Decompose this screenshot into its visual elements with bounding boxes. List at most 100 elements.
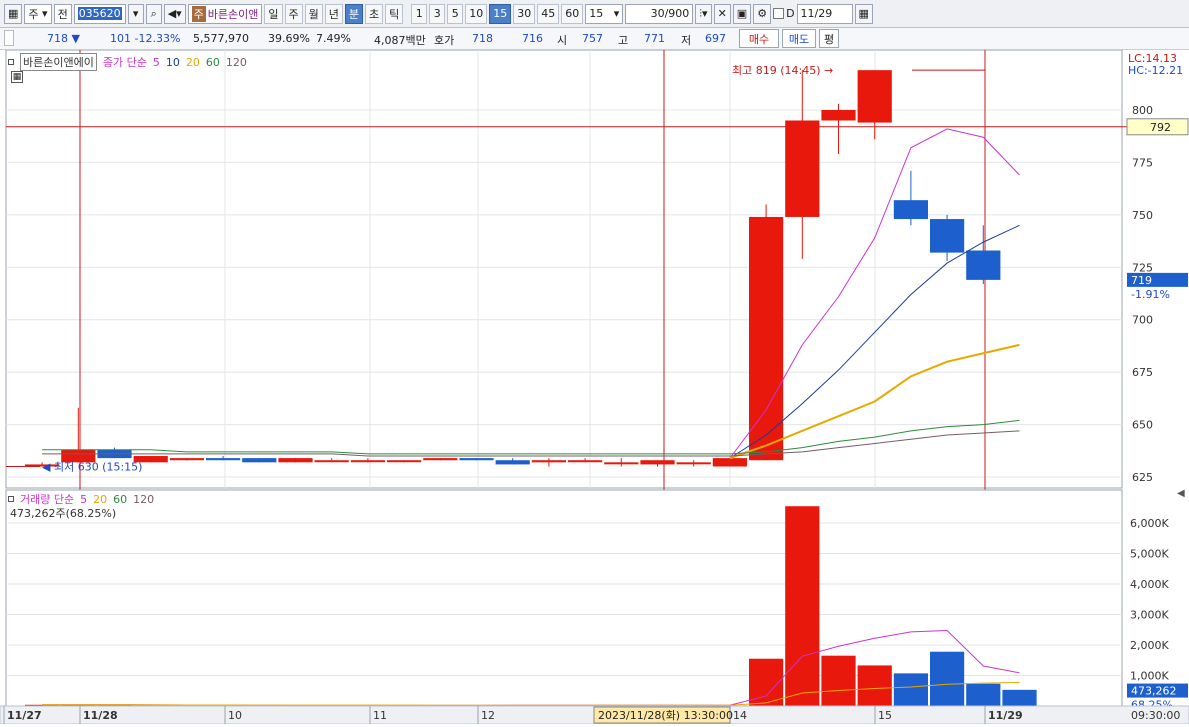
- volume-summary: 473,262주(68.25%): [10, 507, 117, 520]
- market-value: 주: [28, 7, 39, 21]
- chart-layout-icon[interactable]: ▦: [4, 3, 23, 24]
- volume-bar: [1002, 689, 1037, 706]
- d-checkbox[interactable]: [773, 8, 785, 19]
- x-axis-right-label: 09:30:00: [1131, 709, 1180, 722]
- ma10-label: 10: [165, 55, 180, 69]
- candle-body: [676, 462, 711, 465]
- volume-current-label: 473,262: [1131, 685, 1177, 698]
- volume-bar: [966, 683, 1001, 706]
- candle-body: [712, 458, 747, 467]
- ma60-label: 60: [205, 55, 220, 69]
- low-price: 697: [705, 32, 726, 45]
- ma5-label: 5: [152, 55, 160, 69]
- candle-body: [930, 219, 965, 253]
- panel-scroll-icon: ◀: [1177, 488, 1185, 499]
- x-axis-label: 11: [373, 709, 387, 722]
- high-price: 771: [644, 32, 665, 45]
- period-year[interactable]: 년: [324, 3, 343, 24]
- x-axis-label: 11/27: [7, 709, 42, 722]
- vol-ma120-label: 120: [133, 492, 155, 506]
- candle-type-icon[interactable]: ⫶▾: [695, 3, 712, 24]
- stock-code-input[interactable]: 035620: [73, 3, 126, 24]
- vol-ma5-label: 5: [80, 492, 88, 506]
- minute-30[interactable]: 30: [513, 3, 536, 24]
- minute-45[interactable]: 45: [537, 3, 560, 24]
- save-icon[interactable]: ▣: [732, 3, 752, 24]
- minute-3[interactable]: 3: [429, 3, 446, 24]
- period-tick[interactable]: 틱: [385, 3, 404, 24]
- ask-price: 718: [472, 32, 493, 45]
- minute-1[interactable]: 1: [411, 3, 428, 24]
- low-label: 저: [681, 34, 692, 47]
- table-toggle-icon[interactable]: ▦: [11, 71, 23, 83]
- stock-label[interactable]: 바른손이앤에이: [20, 53, 97, 71]
- volume-bar: [857, 665, 892, 706]
- count-value: 30: [650, 7, 665, 20]
- ma-label[interactable]: 종가 단순: [103, 54, 147, 70]
- volume-panel: 6,000K 5,000K 4,000K 3,000K 2,000K 1,000K 473,…: [5, 488, 1188, 712]
- legend-collapse-icon[interactable]: [8, 59, 14, 65]
- x-axis-label: 14: [733, 709, 747, 722]
- minute-10[interactable]: 10: [465, 3, 488, 24]
- date-input[interactable]: 11/29: [796, 3, 853, 24]
- candle-body: [857, 70, 892, 123]
- period-week[interactable]: 주: [284, 3, 303, 24]
- candle-body: [604, 462, 639, 465]
- volume-tick-label: 4,000K: [1130, 578, 1169, 591]
- minute-15[interactable]: 15: [489, 3, 512, 24]
- candle-body: [350, 460, 385, 463]
- stock-code-value: 035620: [77, 7, 122, 20]
- calendar-icon[interactable]: ▦: [854, 3, 873, 24]
- ma20-label: 20: [185, 55, 200, 69]
- volume-bar: [930, 651, 965, 706]
- x-axis: 11/27 11/28 10 11 12 14 15 11/29 2023/11/28(화) 1…: [0, 705, 1189, 725]
- candle-body: [314, 460, 349, 463]
- crosshair-icon[interactable]: ✕: [713, 3, 731, 24]
- prev-button[interactable]: 전: [53, 3, 72, 24]
- crosshair-price-label: 792: [1150, 121, 1171, 134]
- period-minute[interactable]: 분: [344, 3, 364, 24]
- x-axis-label: 12: [481, 709, 495, 722]
- low-annotation: ◀ 최저 630 (15:15): [42, 461, 142, 474]
- candle-body: [278, 458, 313, 463]
- stock-type-badge: 주: [191, 5, 206, 22]
- x-axis-label: 11/29: [988, 709, 1023, 722]
- x-axis-label: 10: [228, 709, 242, 722]
- settings-gear-icon[interactable]: ⚙: [753, 3, 772, 24]
- period-second[interactable]: 초: [365, 3, 384, 24]
- crosshair-time-label: 2023/11/28(화) 13:30:00: [598, 709, 733, 722]
- trade-amount: 4,087백만: [374, 34, 426, 47]
- volume-value: 5,577,970: [193, 32, 249, 45]
- candle-body: [640, 460, 675, 465]
- high-label: 고: [618, 34, 629, 47]
- chart-area[interactable]: 800 775 750 725 700 675 650 625 최고 819 (14:45) →…: [0, 49, 1189, 725]
- speaker-icon[interactable]: ◀▾: [163, 3, 186, 24]
- candle-body: [893, 200, 928, 220]
- sell-button[interactable]: 매도: [782, 29, 816, 48]
- current-price-label: 719: [1131, 274, 1152, 287]
- period-month[interactable]: 월: [304, 3, 323, 24]
- candle-body: [206, 458, 241, 461]
- buy-button[interactable]: 매수: [739, 29, 779, 48]
- open-label: 시: [557, 34, 568, 47]
- code-dropdown-icon[interactable]: ▾: [127, 3, 144, 24]
- period-day[interactable]: 일: [264, 3, 283, 24]
- candle-body: [495, 460, 530, 465]
- search-icon[interactable]: ⌕: [145, 3, 162, 24]
- minute-60[interactable]: 60: [561, 3, 584, 24]
- stock-name-display[interactable]: 주 바른손이앤: [187, 3, 263, 24]
- market-select[interactable]: 주 ▾: [24, 3, 52, 24]
- volume-legend-collapse-icon[interactable]: [8, 496, 14, 502]
- price-tick-label: 675: [1132, 366, 1153, 379]
- price-tick-label: 775: [1132, 156, 1153, 169]
- minute-5[interactable]: 5: [447, 3, 464, 24]
- eval-button[interactable]: 평: [819, 29, 839, 48]
- minute-select[interactable]: 15 ▾: [585, 3, 624, 24]
- quote-info-bar: 718 ▼ 101 -12.33% 5,577,970 39.69% 7.49%…: [0, 28, 1189, 50]
- candle-body: [459, 458, 494, 461]
- current-price: 718 ▼: [47, 32, 80, 45]
- high-annotation: 최고 819 (14:45) →: [732, 64, 833, 77]
- chart-canvas[interactable]: 800 775 750 725 700 675 650 625 최고 819 (14:45) →…: [0, 49, 1189, 725]
- count-input[interactable]: 30/900: [625, 3, 694, 24]
- candle-body: [785, 120, 820, 217]
